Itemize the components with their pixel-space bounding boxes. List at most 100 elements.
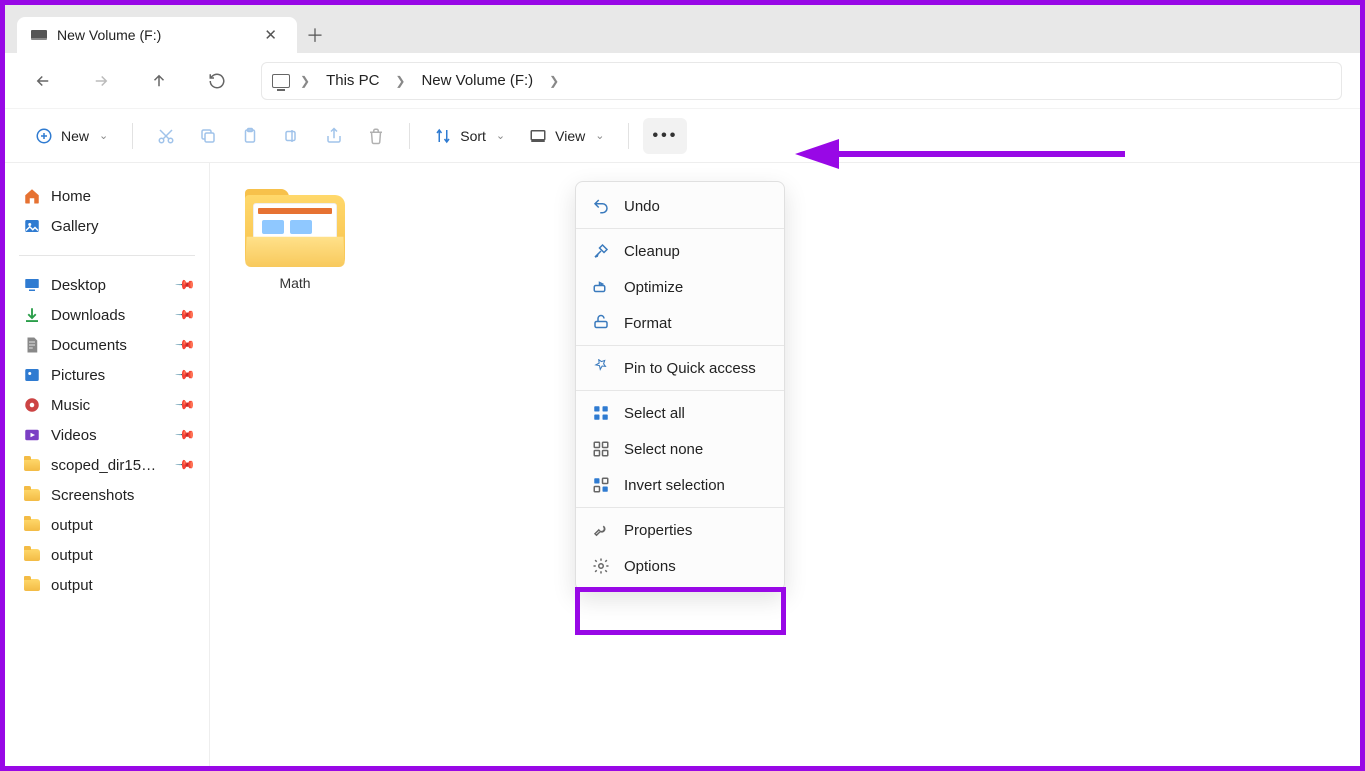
address-bar[interactable]: ❯ This PC ❯ New Volume (F:) ❯: [261, 62, 1342, 100]
sidebar-divider: [19, 255, 195, 256]
rename-button[interactable]: [273, 121, 311, 151]
menu-separator: [576, 228, 784, 229]
sidebar-music[interactable]: Music 📌: [15, 390, 199, 420]
folder-item-math[interactable]: Math: [240, 187, 350, 291]
sidebar-downloads[interactable]: Downloads 📌: [15, 300, 199, 330]
sidebar: Home Gallery Desktop 📌 Downloa: [5, 163, 210, 766]
sidebar-label: Pictures: [51, 367, 105, 384]
toolbar: New ⌄ Sort ⌄ View ⌄: [5, 109, 1360, 163]
menu-label: Invert selection: [624, 477, 725, 494]
view-button[interactable]: View ⌄: [519, 121, 614, 151]
menu-properties[interactable]: Properties: [576, 512, 784, 548]
sidebar-label: Home: [51, 188, 91, 205]
breadcrumb-this-pc[interactable]: This PC: [320, 68, 385, 93]
cleanup-icon: [592, 242, 610, 260]
pin-icon: 📌: [174, 304, 197, 327]
sidebar-output-1[interactable]: output: [15, 510, 199, 540]
tab-active[interactable]: New Volume (F:) ✕: [17, 17, 297, 53]
options-icon: [592, 557, 610, 575]
more-menu: Undo Cleanup Optimize Format Pin t: [575, 181, 785, 591]
menu-cleanup[interactable]: Cleanup: [576, 233, 784, 269]
sidebar-output-3[interactable]: output: [15, 570, 199, 600]
sort-button[interactable]: Sort ⌄: [424, 121, 515, 151]
menu-undo[interactable]: Undo: [576, 188, 784, 224]
address-row: ❯ This PC ❯ New Volume (F:) ❯: [5, 53, 1360, 109]
menu-format[interactable]: Format: [576, 305, 784, 341]
cut-button[interactable]: [147, 121, 185, 151]
titlebar: New Volume (F:) ✕ ＋: [5, 5, 1360, 53]
documents-icon: [23, 336, 41, 354]
separator: [132, 123, 133, 149]
menu-label: Cleanup: [624, 243, 680, 260]
desktop-icon: [23, 276, 41, 294]
sidebar-label: output: [51, 517, 93, 534]
sidebar-label: Music: [51, 397, 90, 414]
menu-separator: [576, 390, 784, 391]
new-button[interactable]: New ⌄: [25, 121, 118, 151]
folder-icon: [240, 187, 350, 269]
pin-icon: 📌: [174, 274, 197, 297]
up-button[interactable]: [139, 61, 179, 101]
nav-group: [23, 61, 237, 101]
breadcrumb-volume[interactable]: New Volume (F:): [415, 68, 539, 93]
sidebar-home[interactable]: Home: [15, 181, 199, 211]
view-label: View: [555, 128, 585, 144]
chevron-right-icon[interactable]: ❯: [545, 74, 563, 88]
new-label: New: [61, 128, 89, 144]
menu-options[interactable]: Options: [576, 548, 784, 584]
separator: [409, 123, 410, 149]
share-button[interactable]: [315, 121, 353, 151]
menu-label: Select none: [624, 441, 703, 458]
sidebar-output-2[interactable]: output: [15, 540, 199, 570]
pin-icon: 📌: [174, 394, 197, 417]
window-frame: New Volume (F:) ✕ ＋ ❯ This PC ❯ New V: [0, 0, 1365, 771]
videos-icon: [23, 426, 41, 444]
select-none-icon: [592, 440, 610, 458]
sidebar-gallery[interactable]: Gallery: [15, 211, 199, 241]
back-button[interactable]: [23, 61, 63, 101]
sidebar-desktop[interactable]: Desktop 📌: [15, 270, 199, 300]
forward-button[interactable]: [81, 61, 121, 101]
downloads-icon: [23, 306, 41, 324]
monitor-icon: [272, 72, 290, 90]
content-area[interactable]: Math: [210, 163, 1360, 766]
sidebar-label: Documents: [51, 337, 127, 354]
invert-selection-icon: [592, 476, 610, 494]
pin-icon: [592, 359, 610, 377]
menu-pin-quick-access[interactable]: Pin to Quick access: [576, 350, 784, 386]
delete-button[interactable]: [357, 121, 395, 151]
ellipsis-icon: •••: [653, 127, 679, 145]
sidebar-videos[interactable]: Videos 📌: [15, 420, 199, 450]
sidebar-pictures[interactable]: Pictures 📌: [15, 360, 199, 390]
paste-button[interactable]: [231, 121, 269, 151]
menu-select-none[interactable]: Select none: [576, 431, 784, 467]
chevron-down-icon: ⌄: [496, 129, 505, 142]
refresh-button[interactable]: [197, 61, 237, 101]
folder-icon: [23, 546, 41, 564]
menu-select-all[interactable]: Select all: [576, 395, 784, 431]
chevron-right-icon[interactable]: ❯: [391, 74, 409, 88]
menu-label: Options: [624, 558, 676, 575]
undo-icon: [592, 197, 610, 215]
sidebar-screenshots[interactable]: Screenshots: [15, 480, 199, 510]
more-button[interactable]: •••: [643, 118, 687, 154]
sidebar-scoped-dir[interactable]: scoped_dir15168 📌: [15, 450, 199, 480]
menu-optimize[interactable]: Optimize: [576, 269, 784, 305]
menu-label: Format: [624, 315, 672, 332]
pin-icon: 📌: [174, 454, 197, 477]
sidebar-label: Screenshots: [51, 487, 134, 504]
sidebar-documents[interactable]: Documents 📌: [15, 330, 199, 360]
menu-invert-selection[interactable]: Invert selection: [576, 467, 784, 503]
select-all-icon: [592, 404, 610, 422]
pin-icon: 📌: [174, 364, 197, 387]
sidebar-label: Videos: [51, 427, 97, 444]
chevron-right-icon[interactable]: ❯: [296, 74, 314, 88]
sidebar-label: Gallery: [51, 218, 99, 235]
close-tab-button[interactable]: ✕: [258, 22, 283, 48]
drive-icon: [31, 30, 47, 40]
gallery-icon: [23, 217, 41, 235]
copy-button[interactable]: [189, 121, 227, 151]
tab-title: New Volume (F:): [57, 27, 248, 43]
new-tab-button[interactable]: ＋: [297, 17, 333, 53]
home-icon: [23, 187, 41, 205]
